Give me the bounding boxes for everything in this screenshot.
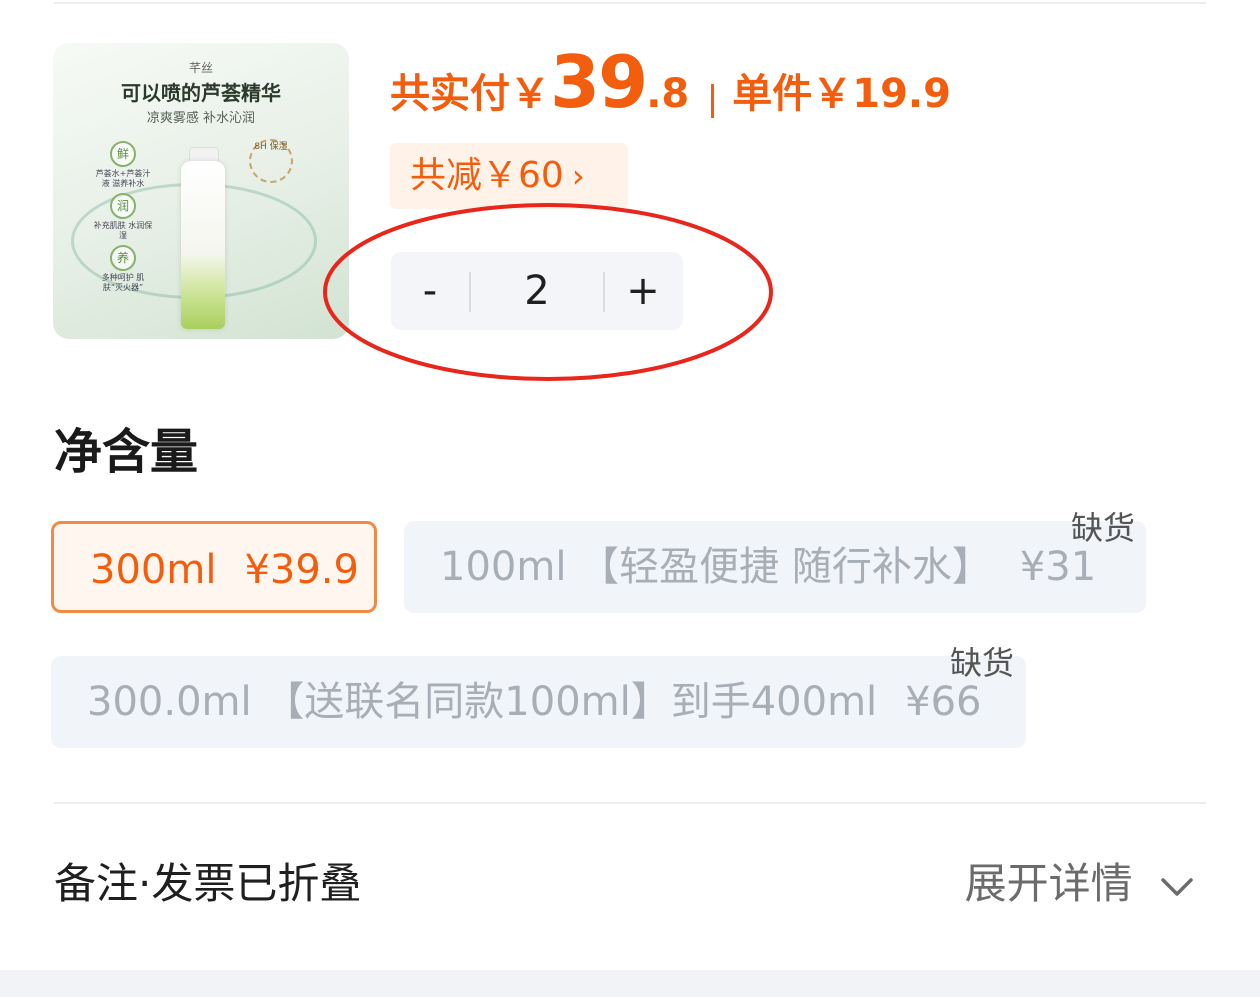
image-subtitle: 凉爽雾感 补水沁润 [146, 111, 256, 126]
spec-option-price: ¥66 [905, 679, 982, 725]
image-feature-1: 鲜 芦荟水+芦荟汁液 滋养补水 [93, 141, 153, 189]
image-title: 可以喷的芦荟精华 [121, 81, 281, 105]
total-price-integer: 39 [550, 40, 648, 124]
feature-caption: 多种呵护 肌肤“灭火器” [101, 273, 145, 292]
chevron-right-icon: › [571, 157, 585, 195]
spec-option-100ml[interactable]: 100ml 【轻盈便捷 随行补水】 ¥31 [404, 521, 1146, 613]
feature-icon: 鲜 [110, 141, 136, 167]
quantity-stepper[interactable]: - 2 + [391, 252, 683, 330]
top-divider [54, 2, 1206, 4]
feature-caption: 补充肌肤 水润保湿 [93, 221, 153, 240]
spec-option-price: ¥31 [1019, 544, 1097, 590]
section-divider [54, 802, 1206, 804]
quantity-value[interactable]: 2 [471, 252, 603, 330]
decrement-button[interactable]: - [391, 252, 469, 330]
expand-details-label: 展开详情 [964, 859, 1133, 908]
total-price: 共实付￥39.8 单件￥19.9 [390, 40, 951, 124]
feature-icon: 养 [110, 245, 136, 271]
expand-details-button[interactable]: 展开详情 [965, 850, 1194, 911]
spec-option-label: 300.0ml 【送联名同款100ml】到手400ml [87, 679, 878, 725]
feature-icon: 润 [110, 193, 136, 219]
product-image[interactable]: 芊丝 可以喷的芦荟精华 凉爽雾感 补水沁润 鲜 芦荟水+芦荟汁液 滋养补水 润 … [53, 43, 349, 339]
spec-option-label: 100ml 【轻盈便捷 随行补水】 [440, 544, 992, 590]
price-separator [711, 83, 715, 118]
spec-option-label: 300ml [90, 547, 217, 593]
discount-label: 共减￥60 [410, 155, 564, 196]
spec-title: 净含量 [54, 424, 199, 480]
chevron-down-icon [1161, 877, 1193, 896]
image-brand: 芊丝 [188, 61, 213, 75]
out-of-stock-badge: 缺货 [950, 644, 1015, 682]
total-price-label: 共实付￥ [390, 71, 550, 117]
remarks-collapsed-label: 备注·发票已折叠 [54, 859, 362, 908]
spec-option-300ml-bundle[interactable]: 300.0ml 【送联名同款100ml】到手400ml ¥66 [51, 656, 1026, 748]
spec-option-price: ¥39.9 [244, 547, 359, 593]
unit-price: 单件￥19.9 [732, 71, 951, 117]
spray-bottle-graphic [181, 161, 225, 329]
seal-text: 8H 保湿 [254, 142, 288, 152]
bottom-bar [0, 970, 1260, 997]
increment-button[interactable]: + [603, 252, 683, 330]
spec-option-300ml[interactable]: 300ml ¥39.9 [51, 521, 377, 613]
total-price-decimal: .8 [646, 71, 690, 117]
discount-badge[interactable]: 共减￥60 › [390, 143, 628, 209]
image-feature-2: 润 补充肌肤 水润保湿 [93, 193, 153, 241]
feature-caption: 芦荟水+芦荟汁液 滋养补水 [95, 169, 151, 188]
image-seal: 8H 保湿 [249, 139, 293, 183]
out-of-stock-badge: 缺货 [1071, 509, 1136, 547]
image-feature-3: 养 多种呵护 肌肤“灭火器” [93, 245, 153, 293]
